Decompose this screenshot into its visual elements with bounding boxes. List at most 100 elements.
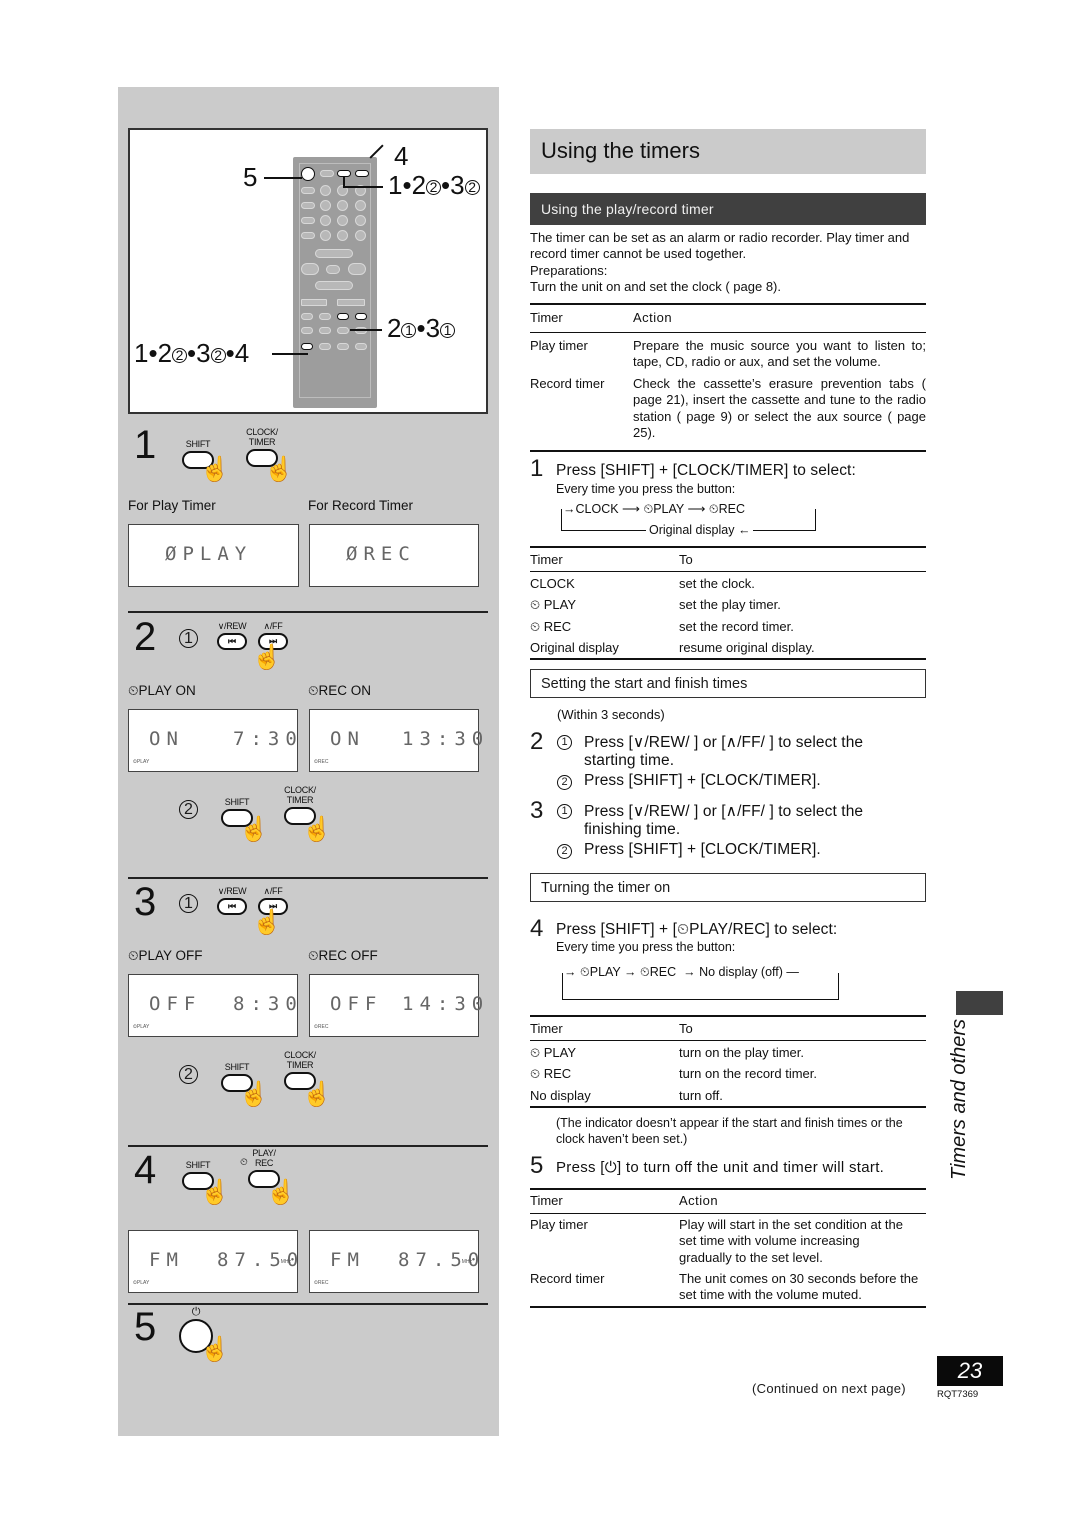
- power-button[interactable]: [301, 167, 315, 181]
- num-6[interactable]: [355, 200, 366, 211]
- play-off-label: ⏲PLAY OFF: [128, 948, 203, 963]
- step-1-text: Press [SHIFT] + [CLOCK/TIMER] to select:: [556, 462, 856, 479]
- num-10[interactable]: [320, 230, 331, 241]
- play-mode-button[interactable]: [301, 217, 315, 224]
- hand-pointer-icon: ☝: [239, 816, 269, 843]
- flow-diagram: → ⏲PLAY → ⏲REC → No display (off) —: [564, 965, 802, 980]
- table-cell: Play will start in the set condition at …: [679, 1217, 904, 1265]
- sub-step-2: 2: [557, 844, 572, 859]
- step-3a-text: Press [∨/REW/ ] or [∧/FF/ ] to select th…: [584, 803, 864, 820]
- surround-button[interactable]: [319, 343, 331, 350]
- table-header: Timer: [530, 310, 563, 325]
- up-button[interactable]: [301, 313, 313, 320]
- sub-step-1: 1: [557, 735, 572, 750]
- remote-control: [293, 157, 377, 408]
- sub-step-2: 2: [179, 1065, 198, 1084]
- table-cell: CLOCK: [530, 576, 575, 591]
- sub-step-1: 1: [179, 894, 198, 913]
- callout-shift: 1•2 2 •3 2 •4: [134, 338, 250, 368]
- vol-down-button[interactable]: [301, 299, 327, 306]
- hand-pointer-icon: ☝: [266, 1179, 296, 1206]
- table-cell: Play timer: [530, 1217, 588, 1232]
- rew-button-illustration: ∨/REW ⏮: [214, 886, 250, 915]
- num-9[interactable]: [355, 215, 366, 226]
- search-button[interactable]: [337, 327, 349, 334]
- rew-button[interactable]: [337, 313, 349, 320]
- num-1[interactable]: [320, 185, 331, 196]
- marker-button[interactable]: [319, 327, 331, 334]
- page-number: 23: [937, 1356, 1003, 1386]
- hand-pointer-icon: ☝: [302, 816, 332, 843]
- hand-pointer-icon: ☝: [200, 1336, 230, 1363]
- callout-skip: 2 1 •3 1: [387, 313, 456, 344]
- table-cell: set the play timer.: [679, 597, 781, 612]
- lcd-rec-fm: FM 87.50 MHz ⏲REC: [309, 1230, 479, 1293]
- vol-up-button[interactable]: [337, 299, 365, 306]
- table-cell: The unit comes on 30 seconds before the …: [679, 1271, 919, 1303]
- sub-step-2: 2: [179, 800, 198, 819]
- left-step-2: 2: [134, 615, 157, 659]
- play-timer-label: For Play Timer: [128, 498, 216, 513]
- num-ge10[interactable]: [355, 230, 366, 241]
- tuner-band-button[interactable]: [301, 263, 319, 275]
- sound-button[interactable]: [337, 343, 349, 350]
- step-4-number: 4: [530, 915, 544, 942]
- flow-diagram: →CLOCK ⟶ ⏲PLAY ⟶ ⏲REC: [563, 501, 748, 517]
- sub-step-1: 1: [557, 804, 572, 819]
- play-on-label: ⏲PLAY ON: [128, 683, 196, 698]
- clock-timer-button[interactable]: [337, 170, 351, 177]
- table-cell: Prepare the music source you want to lis…: [633, 338, 926, 370]
- step-4-note: Every time you press the button:: [556, 940, 736, 954]
- illustration-panel: 5 4 1•2 2 •3 2 2 1 •3 1 1•2 2 •3 2 •4 1 SHIFT ☝ CL…: [118, 87, 499, 1436]
- step-2b-text: Press [SHIFT] + [CLOCK/TIMER].: [584, 772, 821, 789]
- hand-pointer-icon: ☝: [252, 644, 282, 671]
- disc-button[interactable]: [301, 187, 315, 194]
- hand-pointer-icon: ☝: [264, 456, 294, 483]
- play-rec-button[interactable]: [355, 170, 369, 177]
- down-button[interactable]: [319, 313, 331, 320]
- num-8[interactable]: [337, 215, 348, 226]
- table-cell: ⏲ REC: [530, 1066, 572, 1081]
- step-divider: [128, 1303, 488, 1305]
- step-3-number: 3: [530, 797, 544, 824]
- auto-off-button[interactable]: [320, 170, 334, 177]
- tape-button[interactable]: [348, 263, 366, 275]
- step-2a-text-cont: starting time.: [584, 752, 675, 769]
- flow-return: Original display ←: [646, 523, 754, 537]
- repeat-button[interactable]: [301, 232, 315, 239]
- rew-button-illustration: ∨/REW ⏮: [214, 621, 250, 650]
- ff-button[interactable]: [355, 313, 367, 320]
- rec-on-label: ⏲REC ON: [308, 683, 372, 698]
- step-divider: [128, 877, 488, 879]
- num-0[interactable]: [337, 230, 348, 241]
- num-5[interactable]: [337, 200, 348, 211]
- intro-text: The timer can be set as an alarm or radi…: [530, 230, 910, 262]
- num-4[interactable]: [320, 200, 331, 211]
- muting-button[interactable]: [355, 343, 367, 350]
- num-7[interactable]: [320, 215, 331, 226]
- preparations-label: Preparations:: [530, 263, 608, 278]
- within-note: (Within 3 seconds): [557, 707, 665, 722]
- left-step-3: 3: [134, 880, 157, 924]
- table-cell: resume original display.: [679, 640, 815, 655]
- program-button[interactable]: [301, 202, 315, 209]
- hand-pointer-icon: ☝: [302, 1081, 332, 1108]
- shift-button[interactable]: [301, 343, 313, 350]
- table-cell: Play timer: [530, 338, 588, 353]
- timer-on-heading: Turning the timer on: [530, 873, 926, 902]
- intro-button[interactable]: [301, 327, 313, 334]
- stop-button[interactable]: [326, 265, 340, 274]
- aux-button[interactable]: [315, 281, 353, 290]
- sub-step-1: 1: [179, 629, 198, 648]
- lcd-play-fm: FM 87.50 MHz ⏲PLAY: [128, 1230, 298, 1293]
- indicator-note: (The indicator doesn’t appear if the sta…: [556, 1116, 903, 1147]
- step-4-text: Press [SHIFT] + [⏲PLAY/REC] to select:: [556, 921, 838, 938]
- hand-pointer-icon: ☝: [200, 1179, 230, 1206]
- start-finish-heading: Setting the start and finish times: [530, 669, 926, 698]
- section-tab-marker: [956, 991, 1003, 1015]
- cd-play-button[interactable]: [315, 249, 353, 258]
- remote-diagram: 5 4 1•2 2 •3 2 2 1 •3 1 1•2 2 •3 2 •4: [128, 128, 488, 414]
- table-header: To: [679, 1021, 693, 1036]
- step-2a-text: Press [∨/REW/ ] or [∧/FF/ ] to select th…: [584, 734, 864, 751]
- table-cell: Check the cassette’s erasure prevention …: [633, 376, 926, 440]
